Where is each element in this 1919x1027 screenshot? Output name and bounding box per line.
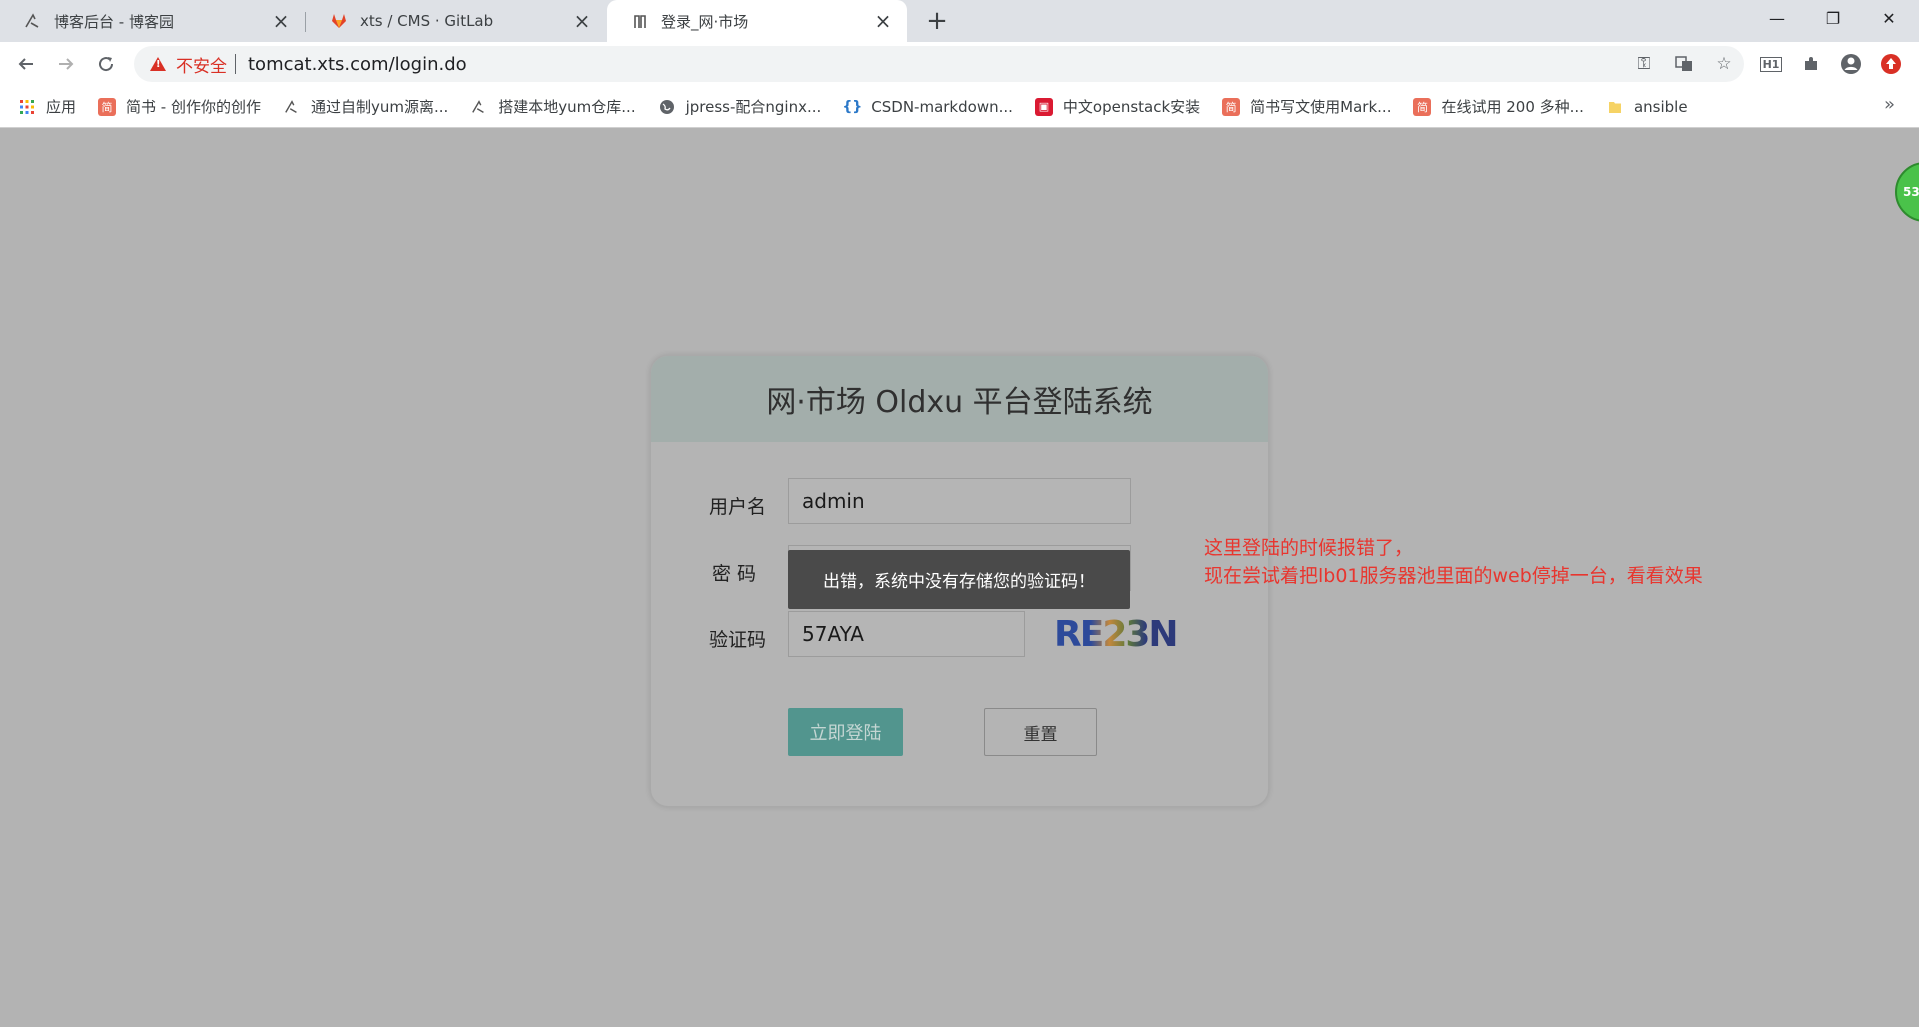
password-label: 密 码: [712, 563, 757, 585]
username-field[interactable]: admin: [788, 478, 1131, 524]
bookmark-item[interactable]: ▣ 中文openstack安装: [1034, 96, 1201, 117]
folder-icon: [1606, 98, 1624, 116]
reload-icon: [99, 57, 114, 72]
close-icon[interactable]: ×: [572, 9, 592, 33]
page-content: 53 网·市场 Oldxu 平台登陆系统 用户名 admin 密 码 •••• …: [0, 128, 1919, 1027]
annotation-line-2: 现在尝试着把lb01服务器池里面的web停掉一台，看看效果: [1204, 565, 1703, 587]
captcha-field[interactable]: 57AYA: [788, 611, 1025, 657]
tab-title: 登录_网·市场: [661, 12, 749, 31]
bookmark-label: 通过自制yum源离...: [310, 98, 449, 116]
jianshu-icon: 简: [1413, 97, 1432, 116]
extensions-puzzle-icon[interactable]: [1795, 48, 1827, 80]
key-icon[interactable]: ⚿: [1624, 46, 1664, 82]
tab-login[interactable]: 登录_网·市场 ×: [607, 0, 907, 42]
badge-text: 53: [1903, 185, 1919, 199]
cnblogs-icon: [283, 98, 301, 116]
username-label: 用户名: [709, 496, 767, 518]
annotation-line-1: 这里登陆的时候报错了，: [1204, 537, 1414, 559]
cnblogs-icon: [24, 12, 42, 30]
bookmark-item[interactable]: 简 简书写文使用Mark...: [1222, 96, 1391, 117]
tab-title: 博客后台 - 博客园: [54, 12, 174, 31]
login-button[interactable]: 立即登陆: [788, 708, 903, 756]
bookmark-apps[interactable]: 应用: [18, 96, 76, 117]
forward-arrow-icon: [59, 58, 74, 70]
more-bookmarks-icon[interactable]: »: [1884, 94, 1895, 115]
floating-widget-badge[interactable]: 53: [1895, 162, 1919, 222]
bookmark-folder[interactable]: ansible: [1606, 98, 1688, 116]
bookmark-label: jpress-配合nginx...: [685, 98, 822, 116]
bookmark-label: CSDN-markdown...: [871, 97, 1013, 116]
bookmark-item[interactable]: 通过自制yum源离...: [283, 96, 448, 117]
url-text[interactable]: tomcat.xts.com/login.do: [248, 54, 467, 75]
close-icon[interactable]: ×: [271, 9, 291, 33]
captcha-label: 验证码: [709, 629, 767, 651]
bookmark-label: 应用: [46, 98, 77, 116]
tab-strip: 博客后台 - 博客园 × xts / CMS · GitLab × 登录_网·市…: [0, 0, 1919, 42]
back-button[interactable]: [10, 48, 42, 80]
back-arrow-icon: [18, 58, 33, 70]
bookmark-label: 在线试用 200 多种...: [1441, 98, 1584, 116]
minimize-button[interactable]: —: [1749, 0, 1805, 36]
bookmark-label: 简书 - 创作你的创作: [126, 98, 261, 116]
bookmarks-bar: 应用 简 简书 - 创作你的创作 通过自制yum源离... 搭建本地yum仓库.…: [0, 86, 1919, 128]
profile-avatar-icon[interactable]: [1835, 48, 1867, 80]
reset-button[interactable]: 重置: [984, 708, 1097, 756]
restore-button[interactable]: ❐: [1805, 0, 1861, 36]
warning-icon[interactable]: [150, 57, 166, 71]
bookmark-item[interactable]: 搭建本地yum仓库...: [470, 96, 636, 117]
annotation-note: 这里登陆的时候报错了， 现在尝试着把lb01服务器池里面的web停掉一台，看看效…: [1204, 534, 1703, 590]
close-icon[interactable]: ×: [873, 9, 893, 33]
login-title: 网·市场 Oldxu 平台登陆系统: [651, 356, 1268, 442]
bookmark-item[interactable]: 简 在线试用 200 多种...: [1413, 96, 1584, 117]
error-toast: 出错，系统中没有存储您的验证码！: [788, 550, 1130, 609]
window-close-button[interactable]: ✕: [1861, 0, 1917, 36]
bookmark-label: ansible: [1633, 97, 1688, 116]
bookmark-star-icon[interactable]: ☆: [1704, 46, 1744, 82]
globe-icon: [658, 98, 676, 116]
apps-grid-icon: [18, 98, 36, 116]
security-status[interactable]: 不安全: [176, 52, 227, 77]
bookmark-label: 搭建本地yum仓库...: [498, 98, 636, 116]
new-tab-button[interactable]: +: [922, 6, 952, 36]
omnibox-divider: [235, 54, 236, 74]
bookmark-item[interactable]: jpress-配合nginx...: [658, 96, 822, 117]
bookmark-item[interactable]: {} CSDN-markdown...: [842, 97, 1013, 116]
jianshu-icon: 简: [1222, 97, 1241, 116]
page-favicon-icon: [631, 12, 649, 30]
captcha-image[interactable]: RE23N: [1054, 611, 1179, 657]
bookmark-item[interactable]: 简 简书 - 创作你的创作: [98, 96, 261, 117]
tab-gitlab[interactable]: xts / CMS · GitLab ×: [306, 0, 606, 42]
tab-cnblogs[interactable]: 博客后台 - 博客园 ×: [0, 0, 305, 42]
captcha-image-text: RE23N: [1054, 613, 1179, 655]
cnblogs-icon: [470, 98, 488, 116]
openstack-icon: ▣: [1034, 97, 1053, 116]
forward-button[interactable]: [50, 48, 82, 80]
address-bar[interactable]: 不安全 tomcat.xts.com/login.do ⚿ ☆: [134, 46, 1744, 82]
jianshu-icon: 简: [98, 97, 117, 116]
translate-icon[interactable]: [1664, 46, 1704, 82]
bookmark-label: 中文openstack安装: [1062, 98, 1201, 116]
h1-extension-icon[interactable]: H1: [1755, 48, 1787, 80]
reload-button[interactable]: [90, 48, 122, 80]
gitlab-icon: [330, 12, 348, 30]
bookmark-label: 简书写文使用Mark...: [1250, 98, 1392, 116]
browser-toolbar: 不安全 tomcat.xts.com/login.do ⚿ ☆ H1: [0, 42, 1919, 86]
tab-title: xts / CMS · GitLab: [360, 12, 494, 30]
update-upload-icon[interactable]: [1875, 48, 1907, 80]
csdn-icon: {}: [842, 98, 863, 115]
